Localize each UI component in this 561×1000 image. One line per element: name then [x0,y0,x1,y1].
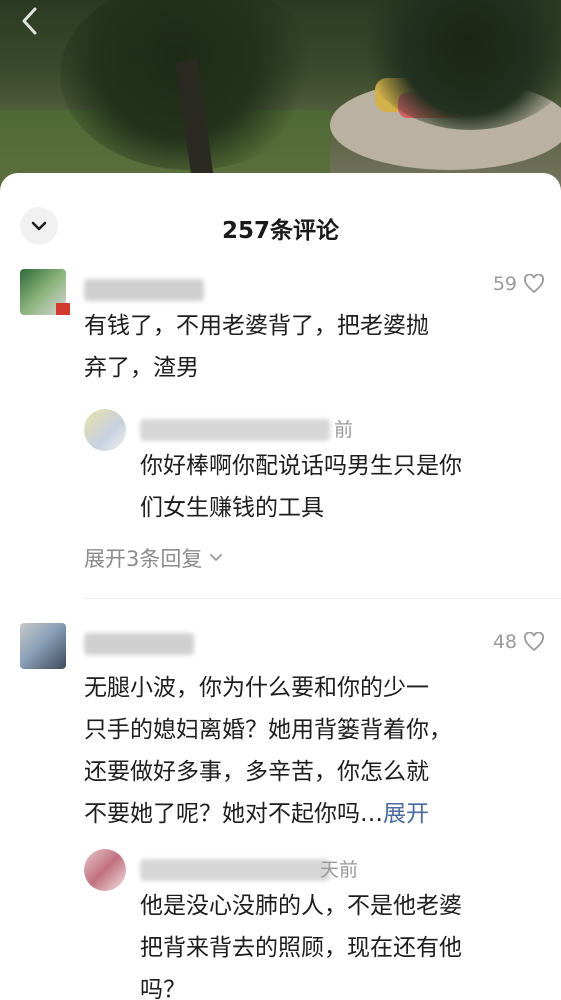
expand-replies-button[interactable]: 展开3条回复 [84,543,224,573]
back-button[interactable] [20,6,50,36]
reply-line: 吗？ [140,977,186,1000]
chevron-left-icon [22,7,37,35]
like-count: 59 [492,273,517,295]
comment-count-title: 257条评论 [221,218,339,244]
reply-time: 天前 [320,859,359,881]
reply-line: 们女生赚钱的工具 [140,495,324,521]
chevron-down-small-icon [210,554,223,561]
comment-line: 不要她了呢？她对不起你吗… [84,801,383,827]
comment-item: 59 有钱了，不用老婆背了，把老婆抛 弃了，渣男 前 你好棒啊你配说话吗男生只是… [0,269,561,604]
comment-line: 无腿小波，你为什么要和你的少一 [84,675,429,701]
reply-line: 把背来背去的照顾，现在还有他 [140,935,462,961]
comment-line: 还要做好多事，多辛苦，你怎么就 [84,759,429,785]
comment-line: 有钱了，不用老婆背了，把老婆抛 [84,313,429,339]
video-background [0,0,561,200]
reply-username-blurred[interactable] [140,859,330,881]
sheet-header: 257条评论 [0,173,561,281]
reply-avatar[interactable] [84,409,126,451]
comment-line: 弃了，渣男 [84,355,199,381]
reply-time: 前 [334,419,354,441]
comment-item: 48 无腿小波，你为什么要和你的少一 只手的媳妇离婚？她用背篓背着你， 还要做好… [0,623,561,1000]
like-count: 48 [492,631,517,653]
comment-sheet: 257条评论 59 有钱了，不用老婆背了，把老婆抛 弃了，渣男 前 你好棒啊你配… [0,173,561,1000]
reply-username-blurred[interactable] [140,419,330,441]
expand-comment-link[interactable]: 展开 [383,801,429,827]
reply-line: 他是没心没肺的人，不是他老婆 [140,893,462,919]
avatar[interactable] [20,623,66,669]
flag-badge-icon [56,303,70,315]
expand-replies-label: 展开3条回复 [84,547,203,571]
username-blurred[interactable] [84,279,204,301]
reply-avatar[interactable] [84,849,126,891]
comment-text[interactable]: 无腿小波，你为什么要和你的少一 只手的媳妇离婚？她用背篓背着你， 还要做好多事，… [84,667,452,835]
reply-text[interactable]: 你好棒啊你配说话吗男生只是你 们女生赚钱的工具 [140,445,462,529]
like-button[interactable]: 59 [493,273,545,295]
reply-line: 你好棒啊你配说话吗男生只是你 [140,453,462,479]
username-blurred[interactable] [84,633,194,655]
comment-line: 只手的媳妇离婚？她用背篓背着你， [84,717,452,743]
comment-text[interactable]: 有钱了，不用老婆背了，把老婆抛 弃了，渣男 [84,305,429,389]
like-button[interactable]: 48 [493,631,545,653]
heart-outline-icon [524,632,544,652]
reply-text[interactable]: 他是没心没肺的人，不是他老婆 把背来背去的照顾，现在还有他 吗？ [140,885,462,1000]
comment-divider [84,598,561,599]
heart-outline-icon [524,274,544,294]
